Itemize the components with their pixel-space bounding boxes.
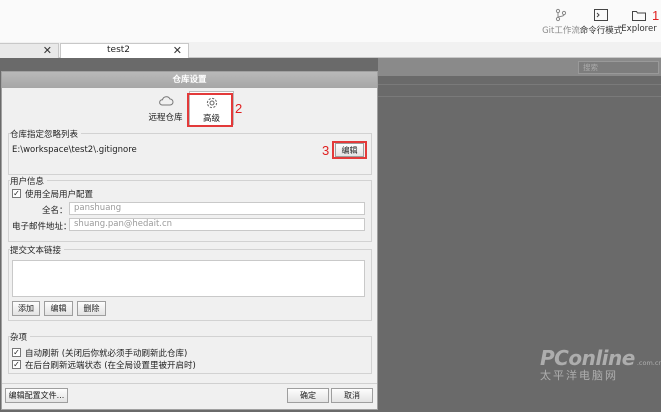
use-global-config-checkbox[interactable]: ✓	[12, 189, 21, 198]
auto-refresh-checkbox[interactable]: ✓	[12, 348, 21, 357]
section-title: 仓库指定忽略列表	[10, 128, 82, 140]
commit-links-list[interactable]	[12, 260, 365, 297]
repository-settings-dialog: 仓库设置 远程仓库 高级 2 仓库指定忽略列表 E:\workspace\tes…	[1, 71, 378, 410]
divider	[2, 383, 377, 384]
divider	[378, 96, 661, 97]
annotation-mark-2: 2	[235, 101, 243, 116]
section-title: 用户信息	[10, 175, 48, 187]
edit-config-file-button[interactable]: 编辑配置文件...	[5, 388, 68, 403]
top-toolbar: Git工作流 命令行模式 Explorer 1	[0, 0, 661, 42]
email-label: 电子邮件地址：	[12, 222, 72, 232]
ignore-file-path: E:\workspace\test2\.gitignore	[12, 145, 137, 155]
use-global-config-label: 使用全局用户配置	[25, 190, 94, 200]
annotation-mark-1: 1	[652, 8, 660, 23]
tab-remote-label: 远程仓库	[148, 113, 183, 123]
tab-label: test2	[107, 45, 131, 55]
bg-refresh-label: 在后台刷新远端状态 (在全局设置里被开启时)	[25, 361, 196, 371]
bg-refresh-checkbox[interactable]: ✓	[12, 360, 21, 369]
divider	[378, 84, 661, 85]
add-button[interactable]: 添加	[12, 301, 40, 316]
annotation-mark-3: 3	[322, 143, 330, 158]
full-name-label: 全名：	[42, 206, 68, 216]
cancel-button[interactable]: 取消	[331, 388, 373, 403]
explorer-label: Explorer	[621, 24, 657, 34]
cloud-icon	[143, 95, 188, 111]
dialog-title: 仓库设置	[2, 72, 377, 88]
repository-tab-strip: ✕ test2 ✕	[0, 42, 661, 58]
highlight-box	[187, 93, 233, 127]
section-title: 杂项	[10, 331, 31, 343]
ok-button[interactable]: 确定	[287, 388, 329, 403]
full-name-field[interactable]: panshuang	[69, 202, 365, 215]
tab-test2[interactable]: test2 ✕	[60, 43, 189, 58]
email-field[interactable]: shuang.pan@hedait.cn	[69, 218, 365, 231]
edit-ignore-button[interactable]: 编辑	[335, 143, 364, 157]
delete-button[interactable]: 删除	[77, 301, 106, 316]
auto-refresh-label: 自动刷新 (关闭后你就必须手动刷新此仓库)	[25, 349, 188, 359]
close-icon[interactable]: ✕	[43, 44, 52, 57]
edit-link-button[interactable]: 编辑	[44, 301, 73, 316]
tab-previous[interactable]: ✕	[0, 43, 59, 58]
close-icon[interactable]: ✕	[173, 44, 182, 57]
search-input[interactable]: 搜索	[578, 61, 659, 74]
tab-remote[interactable]: 远程仓库	[143, 91, 188, 125]
section-title: 提交文本链接	[10, 244, 65, 256]
watermark-logo: PConline .com.cn 太平洋电脑网	[540, 346, 661, 382]
